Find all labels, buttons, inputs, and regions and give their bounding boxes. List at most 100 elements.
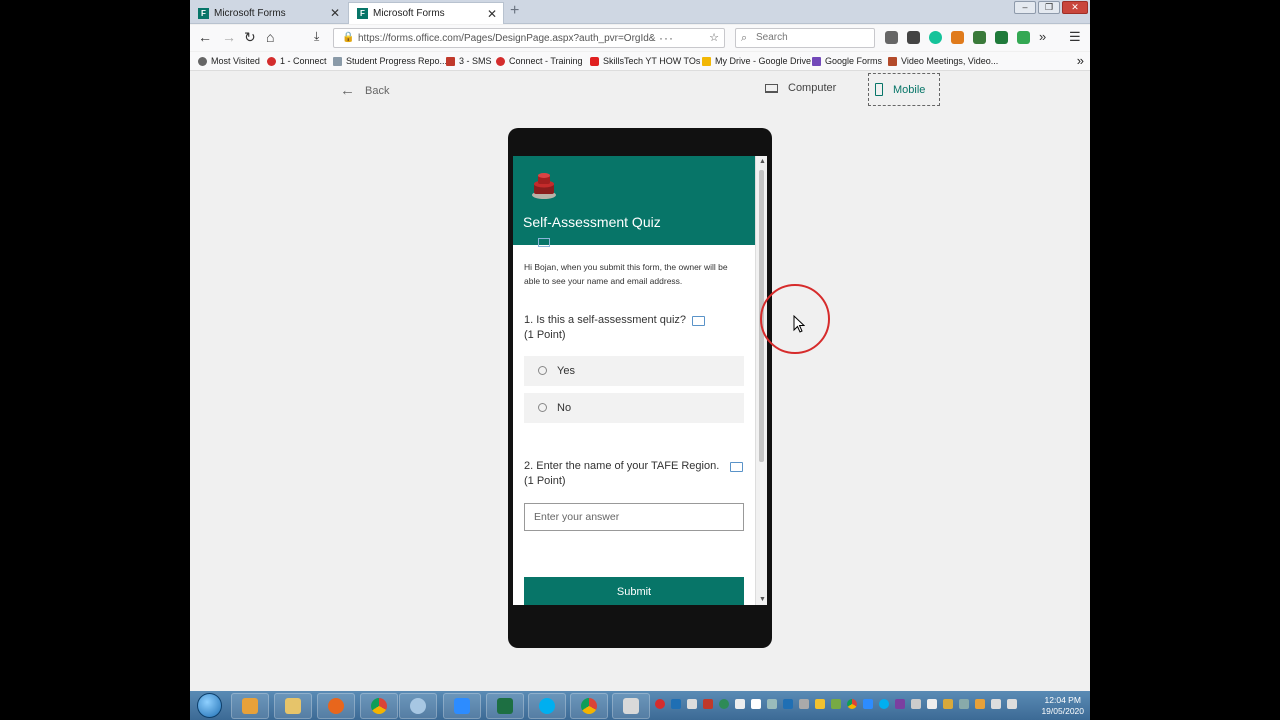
- tray-icon[interactable]: [831, 699, 841, 709]
- skype-tray-icon[interactable]: [879, 699, 889, 709]
- back-button[interactable]: ← Back: [340, 82, 389, 99]
- insert-image-icon[interactable]: [730, 462, 743, 472]
- grammarly-icon[interactable]: [929, 31, 942, 44]
- bookmark-item[interactable]: 3 - SMS: [446, 56, 492, 66]
- tray-icon[interactable]: [671, 699, 681, 709]
- question-1: 1. Is this a self-assessment quiz? (1 Po…: [524, 313, 686, 343]
- tray-icon[interactable]: [703, 699, 713, 709]
- form-title: Self-Assessment Quiz: [523, 214, 661, 230]
- page-actions-icon[interactable]: ···: [659, 31, 674, 45]
- search-input[interactable]: ⌕ Search: [735, 28, 875, 48]
- submit-button[interactable]: Submit: [524, 577, 744, 605]
- taskbar-app-chrome[interactable]: [360, 693, 398, 719]
- tray-icon[interactable]: [815, 699, 825, 709]
- restore-icon[interactable]: ❐: [1038, 1, 1060, 14]
- tray-icon[interactable]: [767, 699, 777, 709]
- radio-button[interactable]: [538, 402, 547, 412]
- outlook-icon: [242, 698, 258, 714]
- reload-icon[interactable]: ↻: [244, 29, 256, 46]
- taskbar-app-snipping[interactable]: [612, 693, 650, 719]
- close-tab-icon[interactable]: ✕: [487, 7, 497, 21]
- lock-icon: 🔒: [342, 32, 355, 43]
- network-icon[interactable]: [991, 699, 1001, 709]
- tray-icon[interactable]: [735, 699, 745, 709]
- scroll-up-icon[interactable]: ▲: [759, 158, 766, 165]
- phone-icon: [875, 83, 883, 96]
- bookmark-item[interactable]: Student Progress Repo...: [333, 56, 447, 66]
- phone-scrollbar[interactable]: ▲ ▼: [755, 156, 767, 605]
- scroll-down-icon[interactable]: ▼: [759, 596, 766, 603]
- radio-button[interactable]: [538, 365, 547, 375]
- youtube-icon: [590, 56, 599, 66]
- option-no[interactable]: No: [524, 393, 744, 423]
- extension-icon[interactable]: [973, 31, 986, 44]
- address-bar[interactable]: 🔒 https://forms.office.com/Pages/DesignP…: [333, 28, 725, 48]
- tray-icon[interactable]: [863, 699, 873, 709]
- tray-icon[interactable]: [783, 699, 793, 709]
- option-yes[interactable]: Yes: [524, 356, 744, 386]
- tray-icon[interactable]: [975, 699, 985, 709]
- excel-icon: [497, 698, 513, 714]
- google-drive-icon: [702, 56, 711, 66]
- extension-icon[interactable]: [951, 31, 964, 44]
- bookmark-icon: [333, 56, 342, 66]
- menu-icon[interactable]: ☰: [1069, 30, 1082, 44]
- close-tab-icon[interactable]: ✕: [330, 6, 340, 20]
- bookmark-star-icon[interactable]: ☆: [709, 31, 719, 44]
- question-points: (1 Point): [524, 475, 566, 487]
- chrome-tray-icon[interactable]: [847, 699, 857, 709]
- bookmark-item[interactable]: SkillsTech YT HOW TOs: [590, 56, 700, 66]
- new-tab-icon[interactable]: +: [510, 2, 519, 20]
- insert-image-icon[interactable]: [692, 316, 705, 326]
- download-icon[interactable]: ⤓: [314, 29, 319, 44]
- tray-icon[interactable]: [927, 699, 937, 709]
- window-close-icon[interactable]: ✕: [1062, 1, 1088, 14]
- more-bookmarks-icon[interactable]: »: [1077, 53, 1084, 68]
- bookmark-item[interactable]: Video Meetings, Video...: [888, 56, 998, 66]
- forward-arrow-icon[interactable]: →: [222, 29, 236, 45]
- navigation-toolbar: ← → ↻ ⌂ ⤓ 🔒 https://forms.office.com/Pag…: [190, 25, 1090, 51]
- volume-icon[interactable]: [1007, 699, 1017, 709]
- tray-icon[interactable]: [959, 699, 969, 709]
- computer-preview-button[interactable]: Computer: [765, 82, 836, 94]
- home-icon[interactable]: ⌂: [266, 29, 274, 45]
- question-points: (1 Point): [524, 329, 566, 341]
- tray-icon[interactable]: [719, 699, 729, 709]
- bookmark-item[interactable]: Google Forms: [812, 56, 882, 66]
- bookmark-item[interactable]: Connect - Training: [496, 56, 583, 66]
- bookmark-item[interactable]: 1 - Connect: [267, 56, 327, 66]
- taskbar-app-excel[interactable]: [486, 693, 524, 719]
- taskbar-app-zoom[interactable]: [443, 693, 481, 719]
- mouse-cursor-icon: [793, 315, 805, 333]
- taskbar-app-chrome[interactable]: [570, 693, 608, 719]
- onenote-icon[interactable]: [895, 699, 905, 709]
- tray-icon[interactable]: [687, 699, 697, 709]
- tray-icon[interactable]: [655, 699, 665, 709]
- bookmark-item[interactable]: Most Visited: [198, 56, 260, 66]
- cloud-icon[interactable]: [751, 699, 761, 709]
- mobile-preview-button[interactable]: Mobile: [868, 73, 940, 106]
- tray-icon[interactable]: [799, 699, 809, 709]
- excel-icon[interactable]: [995, 31, 1008, 44]
- overflow-chevron-icon[interactable]: »: [1039, 30, 1052, 44]
- extension-icon[interactable]: [1017, 31, 1030, 44]
- back-arrow-icon[interactable]: ←: [198, 29, 212, 45]
- browser-tab[interactable]: F Microsoft Forms ✕: [190, 2, 346, 24]
- start-button[interactable]: [197, 693, 222, 718]
- option-label: Yes: [557, 365, 575, 377]
- insert-image-icon[interactable]: [538, 238, 550, 247]
- browser-tab-active[interactable]: F Microsoft Forms ✕: [348, 2, 504, 24]
- taskbar-app-explorer[interactable]: [274, 693, 312, 719]
- taskbar-clock[interactable]: 12:04 PM 19/05/2020: [1041, 695, 1084, 717]
- taskbar-app-recorder[interactable]: [399, 693, 437, 719]
- extension-icon[interactable]: [907, 31, 920, 44]
- library-icon[interactable]: [885, 31, 898, 44]
- minimize-icon[interactable]: –: [1014, 1, 1036, 14]
- tray-icon[interactable]: [943, 699, 953, 709]
- taskbar-app-outlook[interactable]: [231, 693, 269, 719]
- taskbar-app-skype[interactable]: [528, 693, 566, 719]
- tray-icon[interactable]: [911, 699, 921, 709]
- bookmark-item[interactable]: My Drive - Google Drive: [702, 56, 811, 66]
- answer-input[interactable]: Enter your answer: [524, 503, 744, 531]
- taskbar-app-firefox[interactable]: [317, 693, 355, 719]
